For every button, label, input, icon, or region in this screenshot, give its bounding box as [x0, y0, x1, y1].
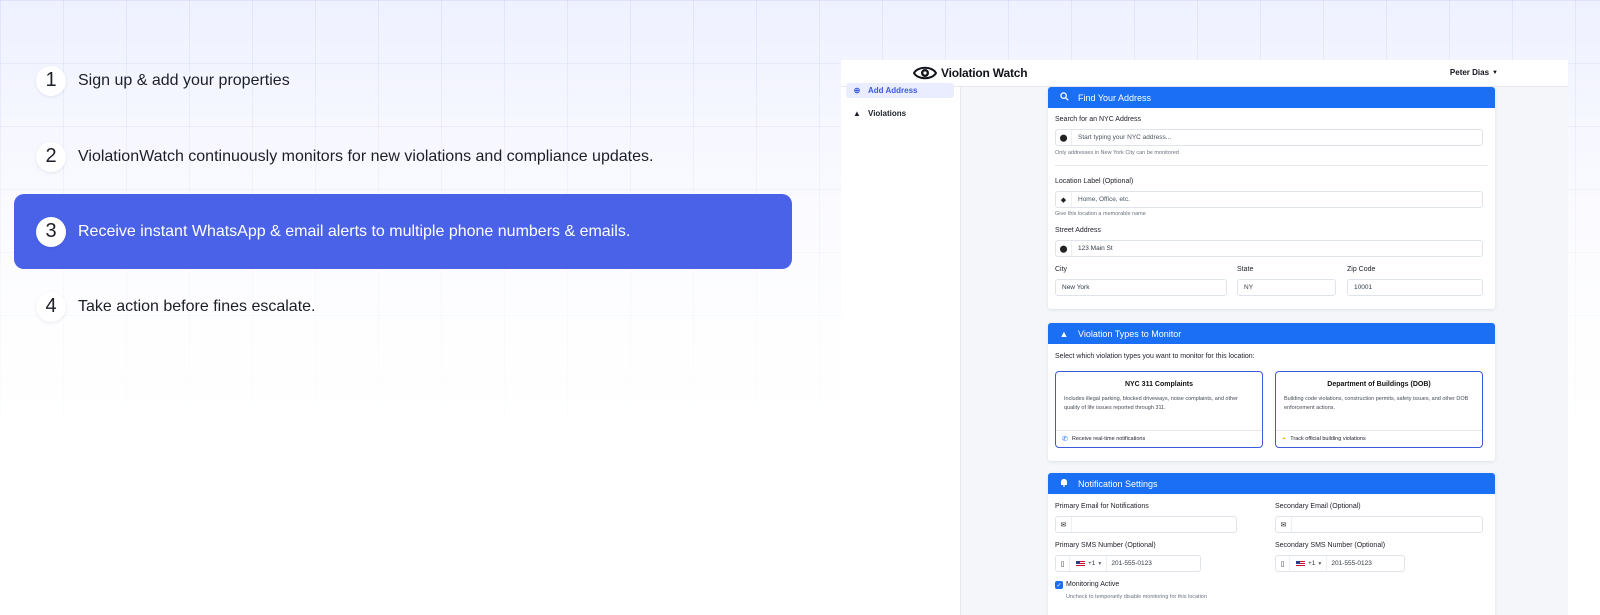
- map-pin-icon: ⬤: [1056, 130, 1072, 145]
- user-name: Peter Dias: [1449, 68, 1490, 77]
- card-header: ▲ Violation Types to Monitor: [1048, 323, 1495, 344]
- sidebar-item-label: Add Address: [868, 86, 918, 95]
- phone-placeholder: 201-555-0123: [1106, 556, 1152, 571]
- option-footer: ✆ Receive real-time notifications: [1056, 430, 1262, 447]
- zip-label: Zip Code: [1347, 266, 1376, 273]
- step-text: Take action before fines escalate.: [78, 297, 316, 315]
- step-text: Receive instant WhatsApp & email alerts …: [78, 222, 631, 240]
- primary-sms-label: Primary SMS Number (Optional): [1055, 542, 1156, 549]
- envelope-icon: ✉: [1276, 517, 1292, 532]
- eye-logo-icon: [913, 66, 937, 80]
- option-title: Department of Buildings (DOB): [1327, 381, 1431, 388]
- location-placeholder: Home, Office, etc.: [1078, 196, 1130, 203]
- chevron-down-icon: ▼: [1492, 69, 1498, 76]
- notification-settings-card: Notification Settings Primary Email for …: [1048, 473, 1495, 615]
- step-number: 3: [36, 216, 66, 247]
- street-address-input[interactable]: ⬤ 123 Main St: [1055, 240, 1483, 257]
- divider: [1055, 165, 1488, 166]
- chevron-down-icon: ▼: [1317, 560, 1323, 567]
- state-value: NY: [1244, 284, 1254, 291]
- card-header: Notification Settings: [1048, 473, 1495, 494]
- card-header: Find Your Address: [1048, 87, 1495, 108]
- city-input[interactable]: New York: [1055, 279, 1227, 296]
- card-title: Violation Types to Monitor: [1078, 328, 1182, 339]
- step-4[interactable]: 4 Take action before fines escalate.: [14, 269, 792, 344]
- search-label: Search for an NYC Address: [1055, 116, 1141, 123]
- step-2[interactable]: 2 ViolationWatch continuously monitors f…: [14, 119, 792, 194]
- street-label: Street Address: [1055, 227, 1101, 234]
- state-input[interactable]: NY: [1237, 279, 1336, 296]
- location-hint: Give this location a memorable name: [1055, 211, 1146, 217]
- warning-icon: ▲: [1059, 328, 1069, 339]
- plus-circle-icon: ⊕: [853, 86, 861, 95]
- card-title: Find Your Address: [1078, 92, 1152, 103]
- sidebar: ⊕ Add Address ▲ Violations: [841, 83, 961, 615]
- secondary-sms-input[interactable]: ▯ +1 ▼ 201-555-0123: [1275, 555, 1405, 572]
- primary-email-label: Primary Email for Notifications: [1055, 503, 1149, 510]
- violation-types-card: ▲ Violation Types to Monitor Select whic…: [1048, 323, 1495, 461]
- find-address-card: Find Your Address Search for an NYC Addr…: [1048, 87, 1495, 309]
- secondary-email-label: Secondary Email (Optional): [1275, 503, 1361, 510]
- secondary-sms-label: Secondary SMS Number (Optional): [1275, 542, 1386, 549]
- brand-name: Violation Watch: [941, 66, 1028, 80]
- option-title: NYC 311 Complaints: [1124, 381, 1194, 388]
- step-text: ViolationWatch continuously monitors for…: [78, 147, 654, 165]
- search-hint: Only addresses in New York City can be m…: [1055, 150, 1179, 156]
- primary-sms-input[interactable]: ▯ +1 ▼ 201-555-0123: [1055, 555, 1201, 572]
- option-footer: ◓ Track official building violations: [1276, 430, 1482, 447]
- zip-input[interactable]: 10001: [1347, 279, 1483, 296]
- city-value: New York: [1062, 284, 1090, 291]
- step-number: 2: [36, 141, 66, 172]
- step-number: 1: [36, 65, 66, 96]
- sidebar-item-label: Violations: [868, 109, 907, 118]
- hard-hat-icon: ◓: [1282, 435, 1287, 443]
- location-label-input[interactable]: ◆ Home, Office, etc.: [1055, 191, 1483, 208]
- app-preview: Violation Watch Peter Dias ▼ ⊕ Add Addre…: [841, 60, 1568, 615]
- city-label: City: [1055, 266, 1068, 273]
- mobile-phone-icon: ▯: [1056, 556, 1070, 571]
- bell-icon: [1058, 478, 1070, 489]
- sidebar-item-violations[interactable]: ▲ Violations: [846, 106, 954, 121]
- option-description: Includes illegal parking, blocked drivew…: [1064, 396, 1238, 411]
- brand[interactable]: Violation Watch: [913, 65, 1028, 81]
- country-code: +1: [1308, 560, 1316, 567]
- sidebar-item-add-address[interactable]: ⊕ Add Address: [846, 83, 954, 98]
- location-label: Location Label (Optional): [1055, 178, 1134, 185]
- state-label: State: [1237, 266, 1254, 273]
- step-number: 4: [36, 291, 66, 322]
- search-placeholder: Start typing your NYC address...: [1078, 134, 1172, 141]
- warning-icon: ▲: [853, 109, 861, 118]
- search-icon: [1058, 92, 1070, 103]
- violation-option-dob[interactable]: Department of Buildings (DOB) Building c…: [1275, 371, 1483, 448]
- option-footer-text: Track official building violations: [1290, 436, 1366, 442]
- us-flag-icon: [1296, 560, 1305, 567]
- option-footer-text: Receive real-time notifications: [1071, 436, 1146, 442]
- phone-placeholder: 201-555-0123: [1326, 556, 1372, 571]
- monitoring-hint: Uncheck to temporarily disable monitorin…: [1066, 594, 1207, 600]
- step-3-active[interactable]: 3 Receive instant WhatsApp & email alert…: [14, 194, 792, 269]
- violation-types-intro: Select which violation types you want to…: [1055, 353, 1255, 360]
- user-menu[interactable]: Peter Dias ▼: [1450, 68, 1498, 77]
- phone-icon: ✆: [1062, 436, 1068, 443]
- mobile-phone-icon: ▯: [1276, 556, 1290, 571]
- primary-email-input[interactable]: ✉: [1055, 516, 1237, 533]
- monitoring-active-checkbox[interactable]: ✓: [1055, 581, 1063, 589]
- envelope-icon: ✉: [1056, 517, 1072, 532]
- step-1[interactable]: 1 Sign up & add your properties: [14, 43, 792, 118]
- secondary-email-input[interactable]: ✉: [1275, 516, 1483, 533]
- country-code: +1: [1088, 560, 1096, 567]
- monitoring-active-label: Monitoring Active: [1066, 581, 1120, 588]
- map-pin-icon: ⬤: [1056, 241, 1072, 256]
- option-description: Building code violations, construction p…: [1284, 396, 1469, 411]
- zip-value: 10001: [1354, 284, 1373, 291]
- us-flag-icon: [1076, 560, 1085, 567]
- tag-icon: ◆: [1056, 192, 1072, 207]
- card-title: Notification Settings: [1078, 478, 1158, 489]
- violation-option-311[interactable]: NYC 311 Complaints Includes illegal park…: [1055, 371, 1263, 448]
- chevron-down-icon: ▼: [1097, 560, 1103, 567]
- address-search-input[interactable]: ⬤ Start typing your NYC address...: [1055, 129, 1483, 146]
- step-text: Sign up & add your properties: [78, 71, 290, 89]
- street-value: 123 Main St: [1078, 245, 1113, 252]
